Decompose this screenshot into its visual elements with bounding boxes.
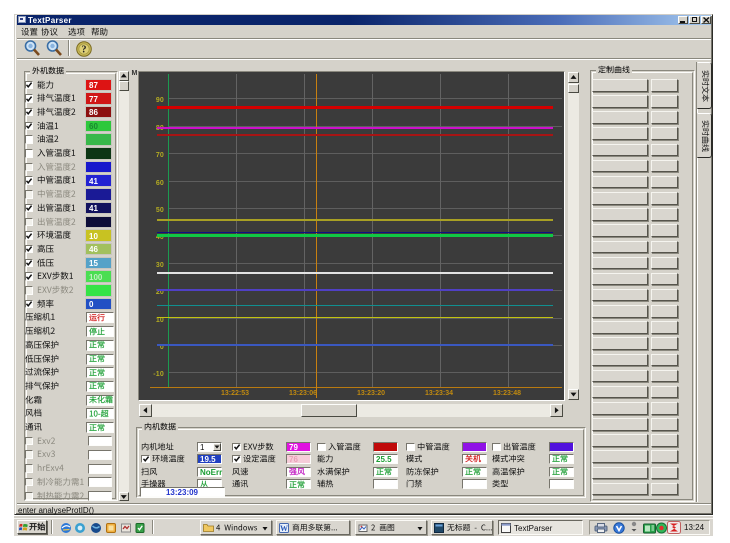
svg-text:W: W (280, 524, 288, 533)
svg-text:?: ? (82, 44, 87, 55)
